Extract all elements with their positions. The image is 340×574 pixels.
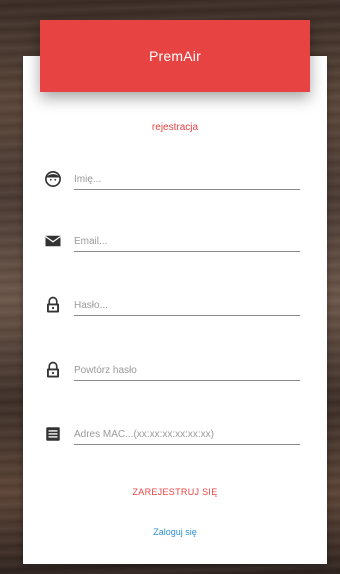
repeat-password-field-row <box>44 359 304 389</box>
login-link[interactable]: Zaloguj się <box>23 527 327 537</box>
name-input[interactable] <box>74 170 300 190</box>
register-button[interactable]: ZAREJESTRUJ SIĘ <box>23 487 327 497</box>
repeat-password-input[interactable] <box>74 361 300 381</box>
password-field-row <box>44 294 304 324</box>
mac-field-row <box>44 423 304 453</box>
app-title: PremAir <box>149 48 201 64</box>
form-subtitle: rejestracja <box>151 122 199 133</box>
lock-icon <box>47 361 59 378</box>
mac-address-input[interactable] <box>74 425 300 445</box>
lock-icon <box>47 296 59 313</box>
list-icon <box>46 427 60 441</box>
app-header: PremAir <box>40 20 310 92</box>
name-field-row <box>44 168 304 198</box>
email-input[interactable] <box>74 232 300 252</box>
email-field-row <box>44 230 304 260</box>
face-icon <box>45 171 61 187</box>
mail-icon <box>45 235 61 247</box>
password-input[interactable] <box>74 296 300 316</box>
